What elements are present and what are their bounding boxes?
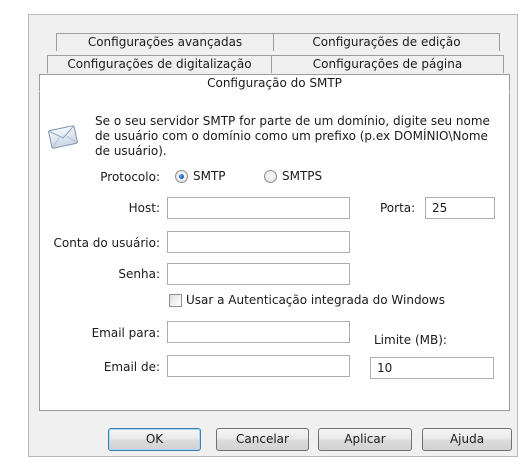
protocol-label: Protocolo:: [100, 170, 160, 184]
account-label: Conta do usuário:: [53, 236, 160, 250]
host-label: Host:: [128, 201, 160, 215]
integrated-auth-label[interactable]: Usar a Autenticação integrada do Windows: [186, 293, 445, 307]
email-to-label: Email para:: [91, 326, 160, 340]
ok-button[interactable]: OK: [108, 428, 201, 451]
mail-envelope-icon: [46, 120, 80, 154]
email-from-input[interactable]: [167, 355, 350, 377]
cancel-button[interactable]: Cancelar: [216, 428, 309, 451]
password-input[interactable]: [167, 263, 350, 285]
email-to-input[interactable]: [167, 321, 350, 343]
apply-button[interactable]: Aplicar: [318, 428, 412, 451]
limit-input[interactable]: [370, 357, 494, 379]
protocol-radio-smtps-label[interactable]: SMTPS: [282, 169, 322, 183]
email-from-label: Email de:: [103, 360, 160, 374]
limit-label: Limite (MB):: [374, 333, 447, 347]
tab-edit-settings[interactable]: Configurações de edição: [273, 33, 500, 51]
protocol-radio-smtp-label[interactable]: SMTP: [193, 169, 226, 183]
tab-advanced-settings[interactable]: Configurações avançadas: [56, 33, 274, 51]
host-input[interactable]: [167, 197, 350, 219]
tab-page-settings[interactable]: Configurações de página: [271, 55, 504, 73]
help-button[interactable]: Ajuda: [422, 428, 512, 451]
integrated-auth-checkbox[interactable]: [169, 294, 182, 307]
port-label: Porta:: [380, 201, 416, 215]
account-input[interactable]: [167, 231, 350, 253]
protocol-radio-smtps[interactable]: [264, 170, 277, 183]
port-input[interactable]: [425, 197, 495, 219]
info-text-line-2: de usuário com o domínio como um prefixo…: [95, 129, 488, 143]
info-text-line-3: de usuário).: [95, 144, 167, 158]
protocol-radio-smtp[interactable]: [175, 170, 188, 183]
tab-scan-settings[interactable]: Configurações de digitalização: [47, 55, 272, 73]
radio-selected-dot: [179, 174, 184, 179]
password-label: Senha:: [118, 267, 160, 281]
tab-smtp-settings[interactable]: Configuração do SMTP: [39, 74, 510, 92]
info-text-line-1: Se o seu servidor SMTP for parte de um d…: [95, 114, 490, 128]
